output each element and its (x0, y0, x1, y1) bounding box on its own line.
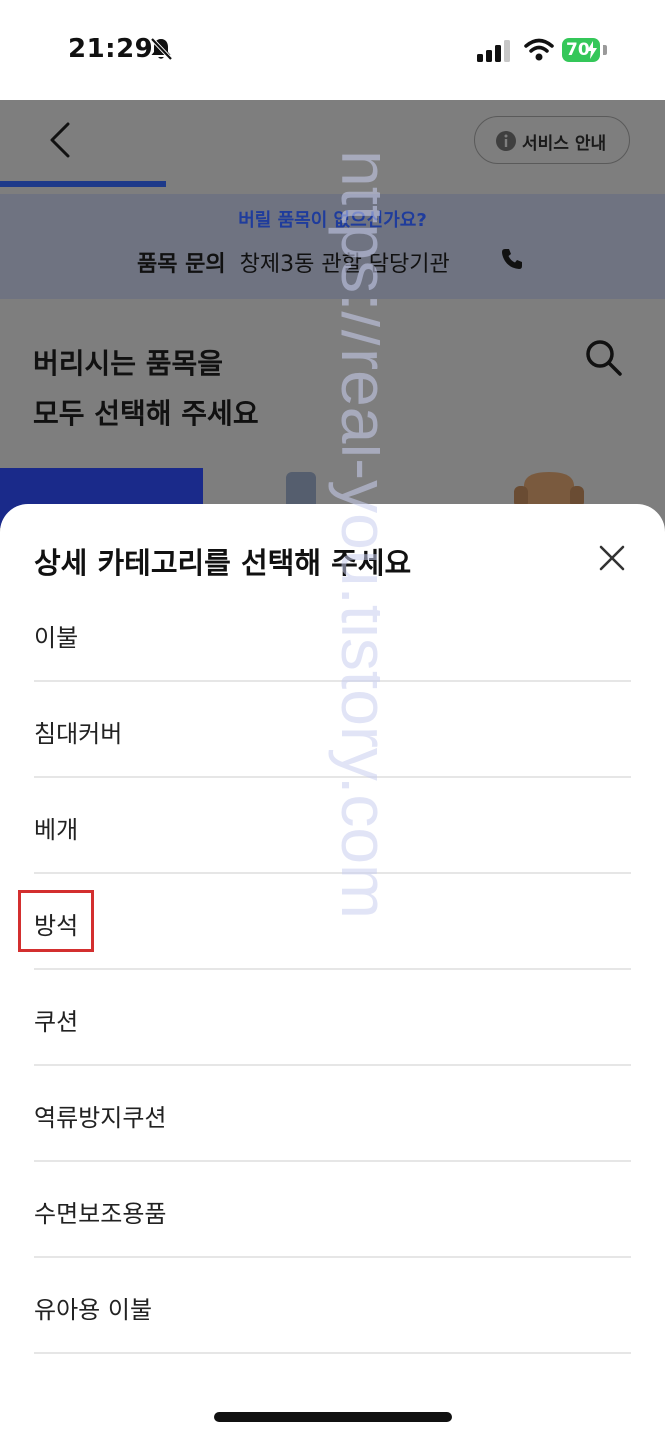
divider (34, 1352, 631, 1354)
status-bar: 21:29 70 (0, 0, 665, 100)
service-info-label: 서비스 안내 (522, 134, 607, 154)
search-icon[interactable] (584, 338, 624, 378)
step-progress-fill (0, 181, 167, 187)
info-icon (496, 131, 516, 151)
category-option-label: 수면보조용품 (34, 1200, 167, 1228)
annotation-highlight-box (18, 890, 94, 952)
cellular-signal-icon (477, 40, 510, 62)
category-option-label: 쿠션 (34, 1008, 79, 1036)
chair-illustration-icon (514, 472, 584, 508)
inquiry-label: 품목 문의 (137, 252, 226, 277)
category-option-label: 이불 (34, 624, 79, 652)
service-info-button[interactable]: 서비스 안내 (474, 116, 630, 164)
watermark-text: https://real-you.tistory.com (328, 150, 380, 919)
back-arrow-icon[interactable] (46, 120, 76, 160)
battery-cap (603, 45, 607, 55)
close-icon[interactable] (598, 544, 626, 572)
category-option-label: 베개 (34, 816, 79, 844)
status-time: 21:29 (68, 34, 154, 64)
wifi-icon (524, 38, 554, 61)
phone-icon[interactable] (500, 247, 524, 271)
watermark: https://real-you.tistory.com (328, 150, 380, 919)
category-option-label: 침대커버 (34, 720, 123, 748)
category-option-label: 역류방지쿠션 (34, 1104, 167, 1132)
charging-bolt-icon (587, 41, 597, 59)
category-option-label: 유아용 이불 (34, 1296, 153, 1324)
prompt-title-line2: 모두 선택해 주세요 (33, 397, 259, 430)
bell-slash-icon (150, 37, 173, 61)
inquiry-line[interactable]: 품목 문의 창제3동 관할 담당기관 (137, 246, 450, 278)
home-indicator[interactable] (214, 1412, 452, 1422)
prompt-title-line1: 버리시는 품목을 (33, 347, 224, 380)
